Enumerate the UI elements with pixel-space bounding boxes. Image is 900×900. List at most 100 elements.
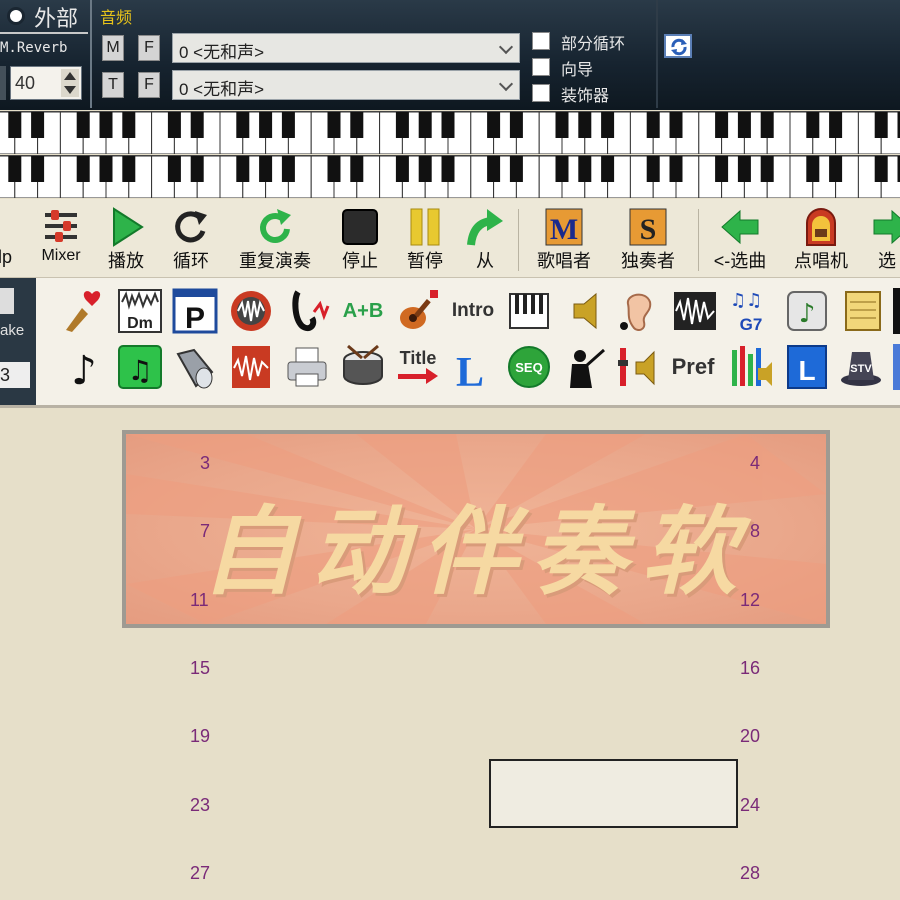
chevron-down-icon[interactable] [498, 76, 514, 92]
black-key[interactable] [281, 156, 295, 182]
black-key[interactable] [99, 156, 113, 182]
audio-track-icon[interactable] [672, 288, 718, 334]
black-key[interactable] [646, 112, 660, 138]
black-key[interactable] [418, 112, 432, 138]
black-key[interactable] [236, 112, 250, 138]
black-key[interactable] [760, 112, 774, 138]
black-key[interactable] [601, 156, 615, 182]
black-key[interactable] [646, 156, 660, 182]
black-key[interactable] [350, 156, 364, 182]
stop-button[interactable]: 停止 [334, 199, 386, 277]
spin-arrows[interactable] [61, 69, 79, 97]
black-key[interactable] [76, 112, 90, 138]
speaker-cone-icon[interactable] [172, 344, 218, 390]
black-key[interactable] [76, 156, 90, 182]
black-key[interactable] [737, 156, 751, 182]
selection-box[interactable] [489, 759, 738, 828]
black-key[interactable] [259, 156, 273, 182]
note-icon[interactable]: ♪ [62, 344, 108, 390]
checkbox-partial-loop[interactable] [532, 32, 550, 50]
soloist-button[interactable]: S 独奏者 [616, 199, 680, 277]
side-field[interactable] [0, 288, 14, 314]
black-key[interactable] [669, 156, 683, 182]
black-key[interactable] [327, 156, 341, 182]
black-key[interactable] [236, 156, 250, 182]
black-key[interactable] [441, 112, 455, 138]
black-key[interactable] [259, 112, 273, 138]
repeat-play-button[interactable]: 重复演奏 [232, 199, 318, 277]
notebook-icon[interactable] [840, 288, 886, 334]
note-button-icon[interactable]: ♪ [784, 288, 830, 334]
f-button-1[interactable]: F [138, 35, 160, 61]
lyrics-icon[interactable]: L [784, 344, 830, 390]
black-key[interactable] [806, 112, 820, 138]
chevron-down-icon[interactable] [498, 39, 514, 55]
piano-keyboard-lower[interactable] [0, 155, 900, 198]
black-key[interactable] [167, 112, 181, 138]
intro-icon[interactable]: Intro [448, 288, 498, 334]
t-button[interactable]: T [102, 72, 124, 98]
conductor-icon[interactable] [562, 344, 608, 390]
from-button[interactable]: 从 [462, 199, 508, 277]
overflow-icon[interactable] [893, 344, 900, 390]
black-key[interactable] [395, 112, 409, 138]
black-key[interactable] [874, 112, 888, 138]
black-key[interactable] [829, 156, 843, 182]
drum-icon[interactable] [340, 344, 386, 390]
black-key[interactable] [122, 156, 136, 182]
speaker-icon[interactable] [562, 288, 608, 334]
black-key[interactable] [509, 112, 523, 138]
ear-icon[interactable] [616, 288, 662, 334]
pause-button[interactable]: 暂停 [400, 199, 450, 277]
black-key[interactable] [874, 156, 888, 182]
black-key[interactable] [8, 156, 22, 182]
black-key[interactable] [190, 112, 204, 138]
black-key[interactable] [190, 156, 204, 182]
black-key[interactable] [555, 112, 569, 138]
black-key[interactable] [715, 156, 729, 182]
piano-keys[interactable] [0, 156, 900, 198]
black-key[interactable] [99, 112, 113, 138]
loop-button[interactable]: 循环 [166, 199, 216, 277]
piano-keys[interactable] [0, 112, 900, 154]
pref-icon[interactable]: Pref [668, 344, 718, 390]
black-key[interactable] [167, 156, 181, 182]
black-key[interactable] [555, 156, 569, 182]
spin-up-icon[interactable] [64, 72, 76, 80]
black-key[interactable] [715, 112, 729, 138]
help-button[interactable]: lp [0, 199, 18, 277]
next-song-button[interactable]: 选 [872, 199, 900, 277]
f-button-2[interactable]: F [138, 72, 160, 98]
keyboard-icon[interactable] [506, 288, 552, 334]
p-icon[interactable]: P [172, 288, 218, 334]
black-key[interactable] [418, 156, 432, 182]
audio-file-icon[interactable] [228, 344, 274, 390]
reverb-spinbox[interactable]: 40 [10, 66, 82, 100]
black-key[interactable] [31, 156, 45, 182]
m-button[interactable]: M [102, 35, 124, 61]
chord-sheet[interactable]: 自动伴奏软 3 4 7 8 11 12 15 16 19 20 23 24 27… [0, 405, 900, 900]
guitar-icon[interactable] [396, 288, 442, 334]
black-key[interactable] [509, 156, 523, 182]
g7-chord-icon[interactable]: ♫♫ G7 [728, 288, 774, 334]
play-button[interactable]: 播放 [100, 199, 152, 277]
checkbox-ornament[interactable] [532, 84, 550, 102]
black-key[interactable] [327, 112, 341, 138]
a-plus-b-icon[interactable]: A+B [340, 288, 386, 334]
chord-dm-icon[interactable]: Dm [117, 288, 163, 334]
black-key[interactable] [487, 112, 501, 138]
harmony-combo-1[interactable]: 0 <无和声> [172, 33, 520, 63]
black-key[interactable] [8, 112, 22, 138]
jukebox-button[interactable]: 点唱机 [788, 199, 854, 277]
black-key[interactable] [31, 112, 45, 138]
black-key[interactable] [669, 112, 683, 138]
prev-song-button[interactable]: <-选曲 [708, 199, 772, 277]
stv-hat-icon[interactable]: STV [838, 344, 884, 390]
saxophone-icon[interactable] [284, 288, 330, 334]
black-key[interactable] [737, 112, 751, 138]
side-value-field[interactable]: 3 [0, 362, 30, 388]
title-icon[interactable]: Title [394, 344, 442, 390]
green-note-icon[interactable]: ♫ [117, 344, 163, 390]
black-key[interactable] [578, 112, 592, 138]
mixer-bars-icon[interactable] [728, 344, 774, 390]
